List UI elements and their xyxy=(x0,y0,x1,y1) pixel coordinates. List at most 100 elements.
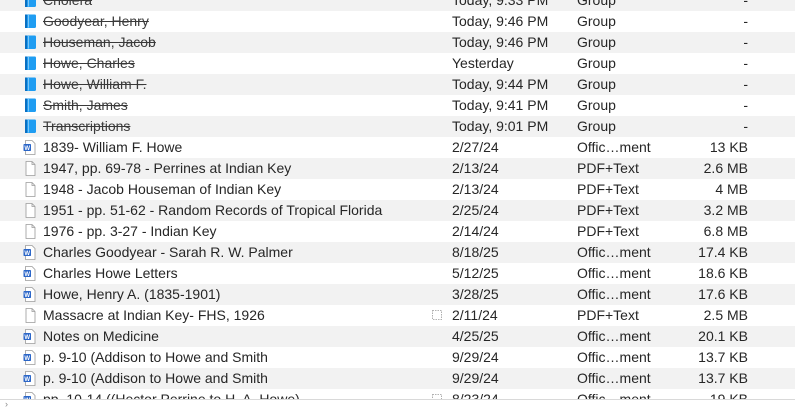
date-modified: Today, 9:41 PM xyxy=(452,97,549,113)
svg-text:W: W xyxy=(24,377,30,383)
file-name: Charles Howe Letters xyxy=(43,265,178,281)
file-name: p. 9-10 (Addison to Howe and Smith xyxy=(43,349,268,365)
file-kind: Group xyxy=(577,34,616,50)
date-modified: Today, 9:33 PM xyxy=(452,0,549,8)
svg-text:W: W xyxy=(24,356,30,362)
date-modified: Today, 9:46 PM xyxy=(452,34,549,50)
svg-text:W: W xyxy=(24,293,30,299)
file-size: - xyxy=(743,0,748,8)
file-name: Cholera xyxy=(43,0,93,8)
list-item[interactable]: 1947, pp. 69-78 - Perrines at Indian Key… xyxy=(0,158,795,179)
file-name: 1948 - Jacob Houseman of Indian Key xyxy=(43,181,282,197)
svg-text:W: W xyxy=(24,272,30,278)
list-item[interactable]: Massacre at Indian Key- FHS, 1926 2/11/24… xyxy=(0,305,795,326)
file-kind: Group xyxy=(577,13,616,29)
file-size: - xyxy=(743,97,748,113)
file-size: 17.4 KB xyxy=(698,244,748,260)
file-size: 6.8 MB xyxy=(703,223,748,239)
list-item[interactable]: 1951 - pp. 51-62 - Random Records of Tro… xyxy=(0,200,795,221)
file-size: 13.7 KB xyxy=(698,370,748,386)
file-kind: PDF+Text xyxy=(577,202,639,218)
file-kind: Group xyxy=(577,76,616,92)
file-kind: Offic…ment xyxy=(577,139,651,155)
svg-text:W: W xyxy=(24,146,30,152)
chevron-right-icon[interactable]: › xyxy=(5,399,8,409)
file-size: - xyxy=(743,76,748,92)
list-item[interactable]: Howe, William F. Today, 9:44 PM Group - xyxy=(0,74,795,95)
file-name: Howe, William F. xyxy=(43,76,147,92)
file-size: - xyxy=(743,13,748,29)
file-size: 13.7 KB xyxy=(698,349,748,365)
file-list: Cholera Today, 9:33 PM Group - Goodyear, Hen… xyxy=(0,0,795,410)
list-item[interactable]: Wp. 9-10 (Addison to Howe and Smith 9/29/… xyxy=(0,368,795,389)
file-size: 13 KB xyxy=(709,139,748,155)
file-name: Howe, Charles xyxy=(43,55,135,71)
date-modified: 2/13/24 xyxy=(452,181,499,197)
date-modified: 8/18/25 xyxy=(452,244,499,260)
svg-text:W: W xyxy=(24,335,30,341)
list-item[interactable]: 1976 - pp. 3-27 - Indian Key 2/14/24 PDF+T… xyxy=(0,221,795,242)
file-kind: Offic…ment xyxy=(577,265,651,281)
file-size: 20.1 KB xyxy=(698,328,748,344)
list-item[interactable]: 1948 - Jacob Houseman of Indian Key 2/13/… xyxy=(0,179,795,200)
list-item[interactable]: W Charles Howe Letters 5/12/25 Offic…ment 18… xyxy=(0,263,795,284)
date-modified: Yesterday xyxy=(452,55,514,71)
date-modified: 2/11/24 xyxy=(452,307,498,323)
file-name: 1951 - pp. 51-62 - Random Records of Tro… xyxy=(43,202,383,218)
bottom-bar: › xyxy=(0,399,795,411)
file-size: - xyxy=(743,34,748,50)
file-name: 1839- William F. Howe xyxy=(43,139,183,155)
date-modified: 3/28/25 xyxy=(452,286,499,302)
file-size: 18.6 KB xyxy=(698,265,748,281)
file-name: Houseman, Jacob xyxy=(43,34,156,50)
file-name: 1947, pp. 69-78 - Perrines at Indian Key xyxy=(43,160,292,176)
file-kind: Group xyxy=(577,55,616,71)
list-item[interactable]: Houseman, Jacob Today, 9:46 PM Group - xyxy=(0,32,795,53)
file-kind: Offic…ment xyxy=(577,286,651,302)
file-kind: Offic…ment xyxy=(577,244,651,260)
file-size: 17.6 KB xyxy=(698,286,748,302)
file-size: - xyxy=(743,118,748,134)
date-modified: 4/25/25 xyxy=(452,328,499,344)
file-kind: Offic…ment xyxy=(577,328,651,344)
list-item[interactable]: Howe, Charles Yesterday Group - xyxy=(0,53,795,74)
list-item[interactable]: W Charles Goodyear - Sarah R. W. Palmer 8/… xyxy=(0,242,795,263)
list-item[interactable]: Smith, James Today, 9:41 PM Group - xyxy=(0,95,795,116)
file-kind: Group xyxy=(577,0,616,8)
file-size: - xyxy=(743,55,748,71)
file-name: Goodyear, Henry xyxy=(43,13,149,29)
date-modified: 2/25/24 xyxy=(452,202,499,218)
file-kind: PDF+Text xyxy=(577,223,639,239)
date-modified: Today, 9:44 PM xyxy=(452,76,549,92)
date-modified: 2/27/24 xyxy=(452,139,499,155)
date-modified: Today, 9:46 PM xyxy=(452,13,549,29)
file-kind: PDF+Text xyxy=(577,307,639,323)
list-item[interactable]: Cholera Today, 9:33 PM Group - xyxy=(0,0,795,11)
date-modified: Today, 9:01 PM xyxy=(452,118,549,134)
file-kind: Group xyxy=(577,118,616,134)
list-item[interactable]: W Howe, Henry A. (1835-1901) 3/28/25 Offic…… xyxy=(0,284,795,305)
file-kind: Offic…ment xyxy=(577,370,651,386)
svg-text:W: W xyxy=(24,251,30,257)
file-name: Massacre at Indian Key- FHS, 1926 xyxy=(43,307,265,323)
date-modified: 9/29/24 xyxy=(452,349,499,365)
file-name: 1976 - pp. 3-27 - Indian Key xyxy=(43,223,217,239)
date-modified: 5/12/25 xyxy=(452,265,499,281)
file-kind: PDF+Text xyxy=(577,160,639,176)
file-name: Transcriptions xyxy=(43,118,131,134)
file-name: p. 9-10 (Addison to Howe and Smith xyxy=(43,370,268,386)
date-modified: 2/14/24 xyxy=(452,223,499,239)
file-size: 2.5 MB xyxy=(703,307,748,323)
list-item[interactable]: Goodyear, Henry Today, 9:46 PM Group - xyxy=(0,11,795,32)
list-item[interactable]: W Notes on Medicine 4/25/25 Offic…ment 20.1 … xyxy=(0,326,795,347)
file-kind: Offic…ment xyxy=(577,349,651,365)
file-size: 4 MB xyxy=(715,181,748,197)
list-item[interactable]: Transcriptions Today, 9:01 PM Group - xyxy=(0,116,795,137)
file-name: Charles Goodyear - Sarah R. W. Palmer xyxy=(43,244,293,260)
file-name: Smith, James xyxy=(43,97,128,113)
list-item[interactable]: W 1839- William F. Howe 2/27/24 Offic…ment 1… xyxy=(0,137,795,158)
file-size: 2.6 MB xyxy=(703,160,748,176)
list-item[interactable]: Wp. 9-10 (Addison to Howe and Smith 9/29/… xyxy=(0,347,795,368)
file-size: 3.2 MB xyxy=(703,202,748,218)
file-name: Howe, Henry A. (1835-1901) xyxy=(43,286,221,302)
